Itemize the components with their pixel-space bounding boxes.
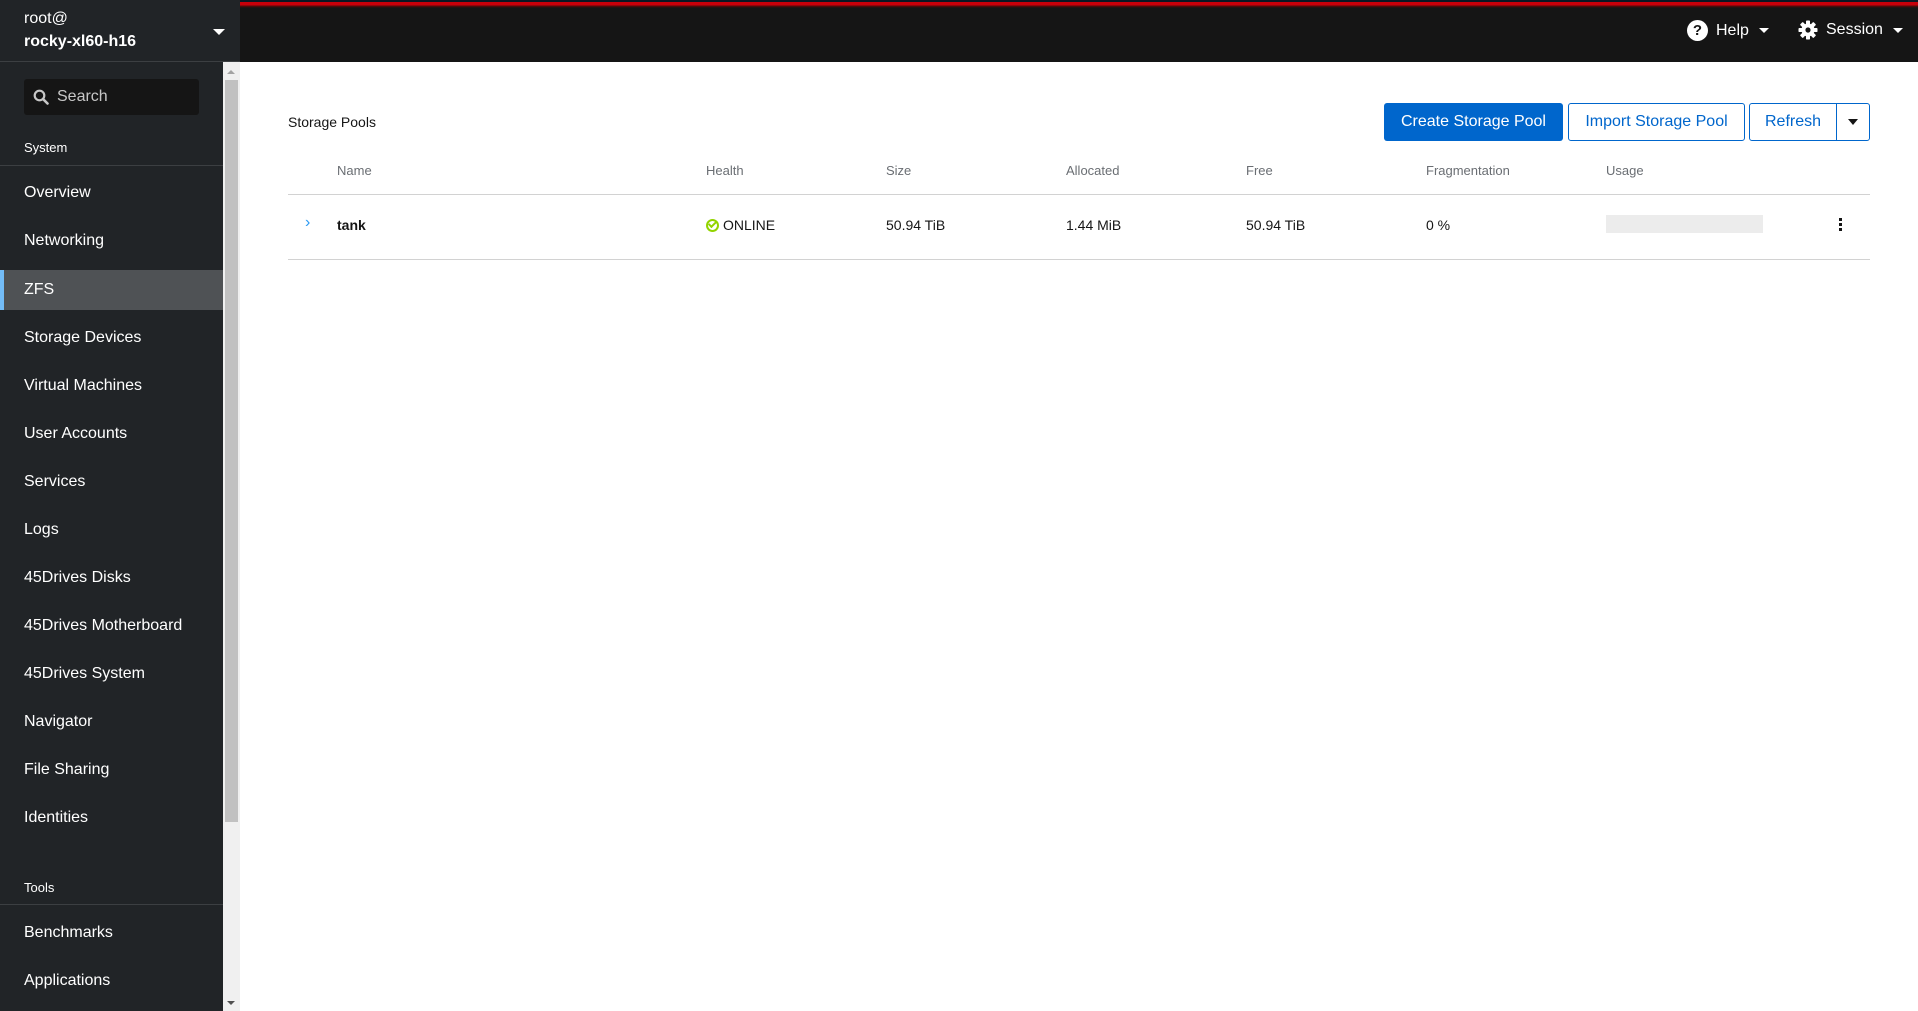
scroll-down-arrow-icon[interactable]	[227, 1001, 235, 1005]
caret-down-icon	[1758, 28, 1769, 33]
section-label-system: System	[24, 140, 68, 155]
section-label-tools: Tools	[24, 880, 55, 895]
refresh-options-toggle[interactable]	[1836, 103, 1870, 141]
host-user: root@	[24, 10, 68, 27]
sidebar-item-label: Logs	[24, 521, 59, 538]
sidebar-item-user-accounts[interactable]: User Accounts	[0, 414, 223, 454]
import-storage-pool-button[interactable]: Import Storage Pool	[1568, 103, 1745, 141]
column-header-free[interactable]: Free	[1246, 163, 1273, 178]
gear-icon	[1798, 20, 1818, 40]
sidebar-item-label: User Accounts	[24, 425, 128, 442]
column-header-health[interactable]: Health	[706, 163, 744, 178]
sidebar-item-label: 45Drives Disks	[24, 569, 131, 586]
column-header-name[interactable]: Name	[337, 163, 372, 178]
sidebar-item-label: Identities	[24, 809, 89, 826]
section-divider	[0, 904, 223, 905]
sidebar-item-zfs[interactable]: ZFS	[0, 270, 223, 310]
scrollbar-thumb[interactable]	[225, 80, 238, 822]
refresh-button[interactable]: Refresh	[1749, 103, 1837, 141]
header-accent-line	[240, 0, 1918, 8]
cockpit-page: ? Help Session root@ rocky-xl60-h16 Sear…	[0, 0, 1918, 1011]
help-label: Help	[1716, 21, 1749, 39]
check-circle-icon	[706, 218, 719, 232]
search-input[interactable]: Search	[24, 79, 199, 115]
scroll-up-arrow-icon[interactable]	[227, 70, 235, 74]
caret-down-icon	[1892, 27, 1903, 33]
sidebar-item-services[interactable]: Services	[0, 462, 223, 502]
session-menu-button[interactable]: Session	[1798, 20, 1903, 40]
sidebar-item-label: Overview	[24, 184, 91, 201]
sidebar-item-networking[interactable]: Networking	[0, 221, 223, 261]
expand-chevron-icon[interactable]: ›	[305, 214, 310, 232]
sidebar-item-45drives-motherboard[interactable]: 45Drives Motherboard	[0, 606, 223, 646]
pool-free: 50.94 TiB	[1246, 217, 1306, 233]
section-divider	[0, 165, 223, 166]
sidebar-item-storage-devices[interactable]: Storage Devices	[0, 318, 223, 358]
sidebar-item-label: File Sharing	[24, 761, 110, 778]
table-row-divider	[288, 259, 1870, 260]
usage-progress-bar	[1606, 215, 1763, 233]
sidebar-item-file-sharing[interactable]: File Sharing	[0, 750, 223, 790]
health-status: ONLINE	[723, 217, 776, 233]
sidebar-item-label: Benchmarks	[24, 924, 113, 941]
pool-fragmentation: 0 %	[1426, 217, 1451, 233]
sidebar-item-benchmarks[interactable]: Benchmarks	[0, 913, 223, 953]
caret-down-icon	[1848, 119, 1858, 125]
sidebar-scrollbar[interactable]	[223, 62, 240, 1011]
top-header: ? Help Session	[0, 0, 1918, 62]
sidebar-item-identities[interactable]: Identities	[0, 798, 223, 838]
sidebar-item-label: Networking	[24, 232, 105, 249]
sidebar-item-overview[interactable]: Overview	[0, 173, 223, 213]
caret-down-icon	[213, 29, 225, 35]
host-switcher[interactable]: root@ rocky-xl60-h16	[0, 0, 240, 62]
sidebar-item-applications[interactable]: Applications	[0, 961, 223, 1001]
row-actions-kebab-icon[interactable]	[1833, 215, 1847, 233]
sidebar-item-navigator[interactable]: Navigator	[0, 702, 223, 742]
sidebar-item-45drives-system[interactable]: 45Drives System	[0, 654, 223, 694]
pool-name[interactable]: tank	[337, 217, 366, 233]
table-header-divider	[288, 194, 1870, 195]
sidebar-item-logs[interactable]: Logs	[0, 510, 223, 550]
search-icon	[33, 89, 49, 105]
sidebar-item-virtual-machines[interactable]: Virtual Machines	[0, 366, 223, 406]
sidebar-item-label: Virtual Machines	[24, 377, 142, 394]
pool-allocated: 1.44 MiB	[1066, 217, 1122, 233]
help-icon: ?	[1687, 20, 1708, 41]
sidebar-item-label: 45Drives System	[24, 665, 145, 682]
column-header-size[interactable]: Size	[886, 163, 911, 178]
search-placeholder: Search	[57, 88, 108, 105]
column-header-allocated[interactable]: Allocated	[1066, 163, 1119, 178]
sidebar-item-label: 45Drives Motherboard	[24, 617, 183, 634]
sidebar-item-45drives-disks[interactable]: 45Drives Disks	[0, 558, 223, 598]
column-header-usage[interactable]: Usage	[1606, 163, 1644, 178]
sidebar-item-label: Storage Devices	[24, 329, 142, 346]
page-title: Storage Pools	[288, 114, 376, 130]
sidebar-item-label: ZFS	[24, 281, 55, 298]
session-label: Session	[1826, 21, 1883, 38]
sidebar-item-label: Applications	[24, 972, 111, 989]
sidebar: Search System Overview Networking ZFS St…	[0, 62, 223, 1011]
pool-size: 50.94 TiB	[886, 217, 946, 233]
help-menu-button[interactable]: ? Help	[1687, 20, 1769, 41]
column-header-fragmentation[interactable]: Fragmentation	[1426, 163, 1510, 178]
sidebar-item-label: Services	[24, 473, 86, 490]
pool-health: ONLINE	[706, 217, 775, 233]
sidebar-item-label: Navigator	[24, 713, 93, 730]
host-name: rocky-xl60-h16	[24, 33, 137, 50]
create-storage-pool-button[interactable]: Create Storage Pool	[1384, 103, 1563, 141]
